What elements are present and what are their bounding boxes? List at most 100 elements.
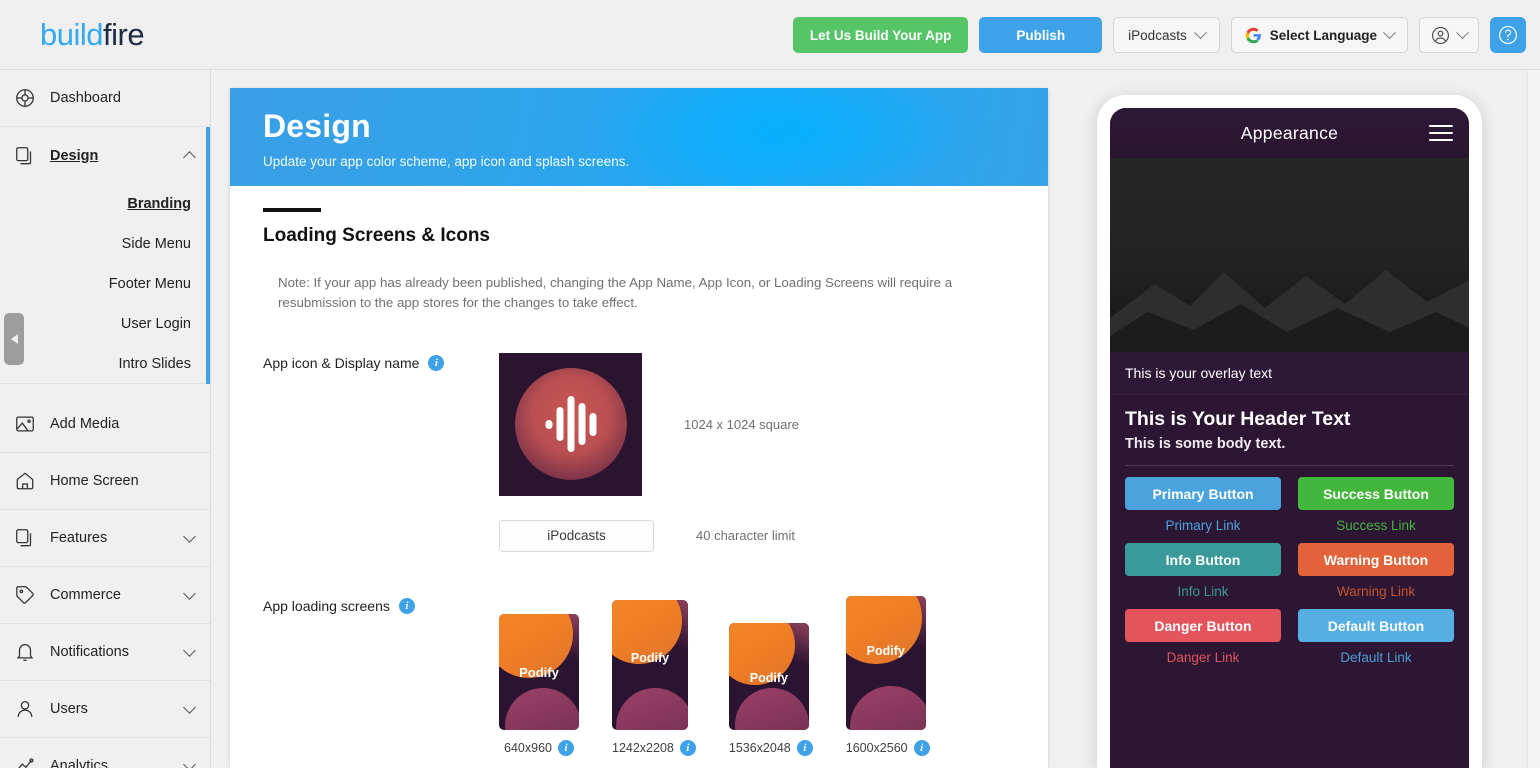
- main-content-card: Design Update your app color scheme, app…: [230, 88, 1048, 768]
- preview-header-title: Appearance: [1240, 122, 1339, 143]
- design-layers-icon: [16, 146, 32, 164]
- info-icon[interactable]: i: [428, 354, 445, 371]
- chevron-down-icon: [1383, 25, 1396, 39]
- app-icon-field-label: App icon & Display name i: [263, 353, 499, 552]
- primary-button[interactable]: Primary Button: [1125, 477, 1281, 510]
- success-link[interactable]: Success Link: [1298, 518, 1454, 533]
- preview-overlay-text: This is your overlay text: [1110, 352, 1469, 395]
- sidebar-subitem-label: Branding: [127, 196, 191, 212]
- section-note: Note: If your app has already been publi…: [278, 274, 953, 310]
- splash-preview[interactable]: Podify: [612, 599, 688, 730]
- splash-size-label: 1600x2560: [845, 740, 908, 755]
- chevron-down-icon: [183, 529, 196, 543]
- splash-caption: 1242x2208 i: [612, 739, 696, 756]
- splash-preview[interactable]: Podify: [499, 613, 579, 730]
- danger-link[interactable]: Danger Link: [1125, 650, 1281, 665]
- preview-button-grid: Primary Button Primary Link Success Butt…: [1125, 477, 1454, 675]
- loading-screen-item: Podify 1242x2208 i: [612, 599, 696, 756]
- logo-build-text: build: [40, 17, 104, 52]
- info-icon[interactable]: i: [913, 739, 930, 756]
- app-selector-dropdown[interactable]: iPodcasts: [1113, 17, 1220, 53]
- mountain-silhouette-icon: [1110, 270, 1469, 352]
- danger-button[interactable]: Danger Button: [1125, 609, 1281, 642]
- sidebar-item-add-media[interactable]: Add Media: [0, 396, 210, 453]
- sidebar-item-notifications[interactable]: Notifications: [0, 624, 210, 681]
- splash-caption: 640x960 i: [499, 739, 579, 756]
- help-button[interactable]: [1490, 17, 1526, 53]
- warning-button[interactable]: Warning Button: [1298, 543, 1454, 576]
- info-icon[interactable]: i: [557, 739, 574, 756]
- language-selector-label: Select Language: [1269, 27, 1377, 43]
- buildfire-logo[interactable]: buildfire: [40, 17, 145, 52]
- logo-fire-text: fire: [103, 17, 145, 52]
- splash-magenta-circle: [505, 687, 579, 730]
- sidebar-item-label: Analytics: [50, 758, 109, 768]
- splash-size-label: 640x960: [504, 740, 552, 755]
- app-selector-label: iPodcasts: [1128, 27, 1187, 43]
- primary-link[interactable]: Primary Link: [1125, 518, 1281, 533]
- info-icon[interactable]: i: [796, 739, 813, 756]
- sidebar-item-label: Home Screen: [50, 473, 139, 489]
- let-us-build-your-app-button[interactable]: Let Us Build Your App: [792, 17, 969, 53]
- splash-size-label: 1536x2048: [728, 740, 791, 755]
- info-link[interactable]: Info Link: [1125, 584, 1281, 599]
- chevron-down-icon: [183, 643, 196, 657]
- sidebar-item-analytics[interactable]: Analytics: [0, 738, 210, 768]
- info-icon[interactable]: i: [679, 739, 696, 756]
- top-bar: buildfire Let Us Build Your App Publish …: [0, 0, 1540, 70]
- publish-button[interactable]: Publish: [979, 17, 1103, 53]
- sidebar-item-users[interactable]: Users: [0, 681, 210, 738]
- chevron-down-icon: [1193, 25, 1207, 39]
- sidebar-item-intro-slides[interactable]: Intro Slides: [0, 344, 210, 384]
- sidebar-item-label: Users: [50, 701, 88, 717]
- sidebar: Dashboard Design Branding Side Menu Foot…: [0, 70, 211, 768]
- sidebar-subitem-label: User Login: [120, 316, 191, 332]
- top-bar-actions: Let Us Build Your App Publish iPodcasts …: [792, 17, 1526, 53]
- loading-screens-section: Loading Screens & Icons Note: If your ap…: [230, 186, 1048, 756]
- page-scrollbar-rail[interactable]: [1527, 70, 1540, 768]
- char-limit-note: 40 character limit: [696, 528, 795, 544]
- chevron-down-icon: [183, 586, 196, 600]
- sidebar-collapse-handle[interactable]: [4, 313, 24, 365]
- sidebar-item-user-login[interactable]: User Login: [0, 304, 210, 344]
- google-g-icon: [1245, 27, 1261, 43]
- warning-link[interactable]: Warning Link: [1298, 584, 1454, 599]
- success-button[interactable]: Success Button: [1298, 477, 1454, 510]
- splash-magenta-circle: [849, 685, 926, 730]
- sidebar-item-label: Features: [50, 530, 108, 546]
- sidebar-item-features[interactable]: Features: [0, 510, 210, 567]
- preview-body-text: This is some body text.: [1125, 436, 1286, 452]
- chevron-down-icon: [183, 700, 196, 714]
- sidebar-item-commerce[interactable]: Commerce: [0, 567, 210, 624]
- sidebar-item-branding[interactable]: Branding: [0, 184, 210, 224]
- hamburger-menu-icon[interactable]: [1429, 120, 1453, 146]
- account-menu-button[interactable]: [1419, 17, 1479, 53]
- phone-screen: Appearance This is your overlay text Thi…: [1110, 108, 1469, 768]
- chevron-left-icon: [10, 334, 18, 344]
- app-icon-dimension-note: 1024 x 1024 square: [684, 416, 799, 432]
- sidebar-item-footer-menu[interactable]: Footer Menu: [0, 264, 210, 304]
- default-button[interactable]: Default Button: [1298, 609, 1454, 642]
- preview-header-text: This is Your Header Text: [1125, 408, 1351, 430]
- sidebar-item-design[interactable]: Design: [0, 127, 210, 184]
- app-icon-preview[interactable]: [499, 352, 642, 496]
- section-heading: Loading Screens & Icons: [263, 224, 490, 246]
- info-icon[interactable]: i: [398, 597, 415, 614]
- loading-screens-field-row: App loading screens i Podify 640x960 i P…: [263, 595, 1048, 756]
- info-button[interactable]: Info Button: [1125, 543, 1281, 576]
- sidebar-item-home-screen[interactable]: Home Screen: [0, 453, 210, 510]
- app-icon-field-row: App icon & Display name i 1024 x 1024 sq…: [263, 352, 1048, 552]
- app-display-name-input[interactable]: [499, 519, 654, 552]
- language-selector-dropdown[interactable]: Select Language: [1230, 17, 1408, 53]
- sidebar-item-side-menu[interactable]: Side Menu: [0, 224, 210, 264]
- sidebar-item-dashboard[interactable]: Dashboard: [0, 70, 210, 127]
- preview-divider: [1125, 465, 1454, 466]
- splash-caption: 1536x2048 i: [728, 739, 813, 756]
- splash-preview[interactable]: Podify: [728, 622, 809, 730]
- chevron-up-icon: [183, 151, 196, 164]
- sidebar-group-design: Design Branding Side Menu Footer Menu Us…: [0, 127, 210, 384]
- default-link[interactable]: Default Link: [1298, 650, 1454, 665]
- sidebar-item-label: Design: [50, 147, 99, 164]
- loading-screens-label-text: App loading screens: [263, 597, 390, 614]
- splash-preview[interactable]: Podify: [845, 595, 926, 730]
